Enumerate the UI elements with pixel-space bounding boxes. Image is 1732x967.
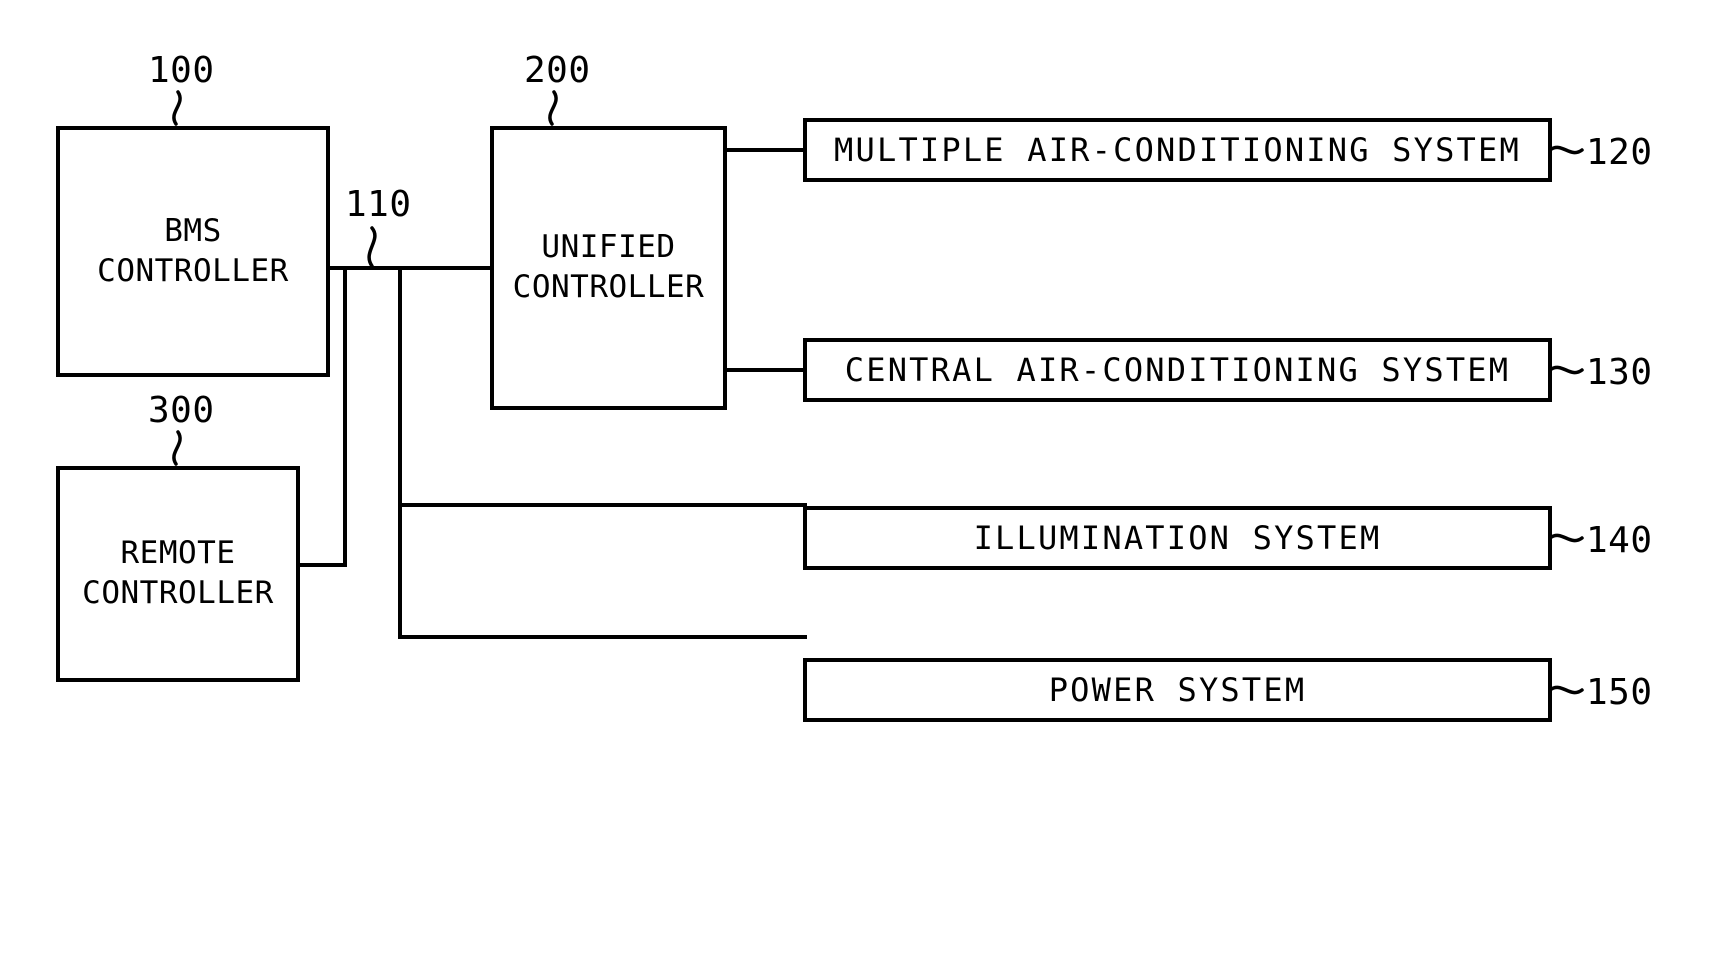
unified-controller-box-outline [490, 126, 727, 410]
ref-numeral-100: 100 [148, 50, 215, 91]
leader-squiggle-110 [367, 226, 377, 268]
leader-squiggle-150 [1548, 685, 1584, 695]
remote-controller-box-outline [56, 466, 300, 682]
central-air-conditioning-box-outline [803, 338, 1552, 402]
leader-squiggle-200 [548, 90, 558, 126]
patent-figure-block-diagram: BMS CONTROLLER 100 REMOTE CONTROLLER 300… [0, 0, 1732, 967]
leader-squiggle-130 [1548, 365, 1584, 375]
ref-numeral-120: 120 [1586, 132, 1653, 173]
leader-squiggle-100 [172, 90, 182, 126]
leader-squiggle-140 [1548, 533, 1584, 543]
ref-numeral-300: 300 [148, 390, 215, 431]
leader-squiggle-120 [1548, 145, 1584, 155]
bus-branch-to-remote-controller [296, 266, 347, 567]
ref-numeral-140: 140 [1586, 520, 1653, 561]
ref-numeral-130: 130 [1586, 352, 1653, 393]
ref-numeral-200: 200 [524, 50, 591, 91]
ref-numeral-150: 150 [1586, 672, 1653, 713]
multiple-air-conditioning-box-outline [803, 118, 1552, 182]
power-box-outline [803, 658, 1552, 722]
illumination-box-outline [803, 506, 1552, 570]
wiring-layer [56, 90, 1584, 722]
leader-squiggle-300 [172, 430, 182, 466]
bms-controller-box-outline [56, 126, 330, 377]
ref-numeral-110: 110 [345, 184, 412, 225]
